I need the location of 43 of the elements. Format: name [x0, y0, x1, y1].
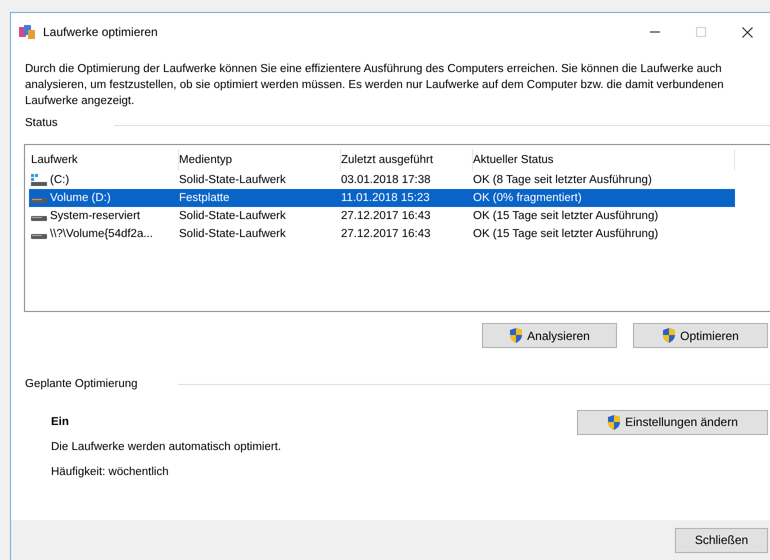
drive-row[interactable]: \\?\Volume{54df2a... Solid-State-Laufwerk 27.12.2017 16:43 OK (15 Tage seit letzter Ausführung) — [29, 225, 735, 244]
table-cell-text: Solid-State-Laufwerk — [179, 208, 286, 224]
shield-icon — [662, 328, 676, 344]
minimize-icon — [650, 31, 660, 33]
close-dialog-button[interactable]: Schließen — [675, 528, 768, 552]
table-cell-text: 11.01.2018 15:23 — [341, 190, 430, 206]
shield-icon — [607, 414, 622, 430]
app-icon — [19, 25, 35, 39]
column-header[interactable]: Medientyp — [179, 149, 341, 172]
table-cell-text: Solid-State-Laufwerk — [179, 226, 286, 242]
action-button[interactable]: Analysieren — [482, 323, 617, 348]
table-cell-text: \\?\Volume{54df2a... — [50, 226, 153, 242]
table-cell-text: OK (8 Tage seit letzter Ausführung) — [473, 172, 652, 188]
table-cell-text: OK (15 Tage seit letzter Ausführung) — [473, 208, 658, 224]
column-header[interactable]: Zuletzt ausgeführt — [341, 149, 473, 172]
table-cell-text: (C:) — [50, 172, 70, 188]
column-header[interactable]: Laufwerk — [31, 149, 179, 172]
drive-row[interactable]: (C:) Solid-State-Laufwerk 03.01.2018 17:38 OK (8 Tage seit letzter Ausführung) — [29, 171, 735, 190]
section-label: Status — [25, 116, 58, 131]
table-cell-text: Festplatte — [179, 190, 230, 206]
table-cell-text: OK (0% fragmentiert) — [473, 190, 582, 206]
drive-row[interactable]: System-reserviert Solid-State-Laufwerk 27.12.2017 16:43 OK (15 Tage seit letzter Ausführung) — [29, 207, 735, 226]
table-cell-text: System-reserviert — [50, 208, 140, 224]
schedule-text: Die Laufwerke werden automatisch optimiert. — [51, 440, 282, 455]
close-icon — [742, 26, 752, 38]
schedule-state: Ein — [51, 414, 70, 430]
table-cell-text: 27.12.2017 16:43 — [341, 208, 431, 224]
window-title: Laufwerke optimieren — [43, 24, 158, 41]
description-text: Durch die Optimierung der Laufwerke können Sie eine effizientere Ausführung des Computers erreichen. Sie können die Laufwerke auch analysieren, um festzustellen, ob sie optimiert werden müssen. Es werden nur Laufwerke auf dem Computer bzw. die damit verbundenen Laufwerke angezeigt. — [25, 62, 725, 109]
frequency-text: Häufigkeit: wöchentlich — [51, 465, 170, 480]
shield-icon — [509, 328, 524, 344]
table-cell-text: 27.12.2017 16:43 — [341, 226, 431, 242]
settings-button[interactable]: Einstellungen ändern — [577, 410, 768, 434]
table-cell-text: 03.01.2018 17:38 — [341, 172, 431, 188]
table-cell-text: Solid-State-Laufwerk — [179, 172, 286, 188]
column-header[interactable]: Aktueller Status — [473, 149, 735, 172]
section-label: Geplante Optimierung — [25, 377, 138, 392]
action-button[interactable]: Optimieren — [633, 323, 768, 348]
maximize-icon — [696, 27, 706, 37]
drive-row[interactable]: Volume (D:) Festplatte 11.01.2018 15:23 OK (0% fragmentiert) — [29, 189, 735, 208]
table-cell-text: OK (15 Tage seit letzter Ausführung) — [473, 226, 658, 242]
drive-icon — [31, 174, 47, 186]
table-cell-text: Volume (D:) — [50, 190, 111, 206]
